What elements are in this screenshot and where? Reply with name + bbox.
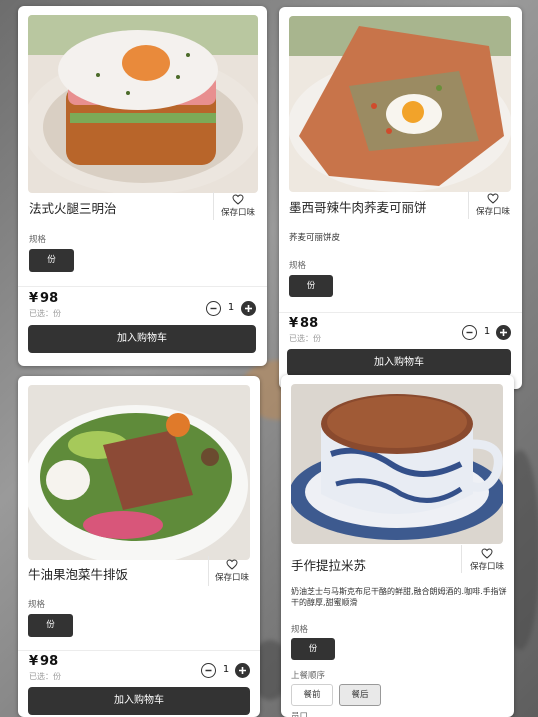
add-to-cart-button[interactable]: 加入购物车	[287, 349, 511, 376]
heart-icon	[487, 193, 499, 204]
quantity-value: 1	[222, 664, 230, 675]
product-photo-tiramisu	[291, 384, 503, 544]
save-flavor-label: 保存口味	[220, 208, 255, 218]
product-card-crepe: 墨西哥辣牛肉荞麦可丽饼 保存口味 荞麦可丽饼皮 规格 份 ¥88 已选：份 1 …	[279, 7, 522, 389]
increase-quantity-button[interactable]	[241, 301, 256, 316]
product-card-bowl: 牛油果泡菜牛排饭 保存口味 规格 份 ¥98 已选：份 1 加入购物车	[18, 376, 260, 717]
extra-option-label: 员口	[291, 712, 309, 717]
save-flavor-button[interactable]: 保存口味	[210, 559, 254, 583]
heart-icon	[226, 559, 238, 570]
serving-option-after[interactable]: 餐后	[339, 684, 381, 706]
save-flavor-label: 保存口味	[475, 207, 510, 217]
price: ¥98	[29, 291, 58, 306]
quantity-value: 1	[483, 326, 491, 337]
spec-option-button[interactable]: 份	[29, 249, 74, 272]
spec-option-button[interactable]: 份	[291, 638, 335, 660]
add-to-cart-button[interactable]: 加入购物车	[28, 325, 256, 353]
product-title: 墨西哥辣牛肉荞麦可丽饼	[289, 200, 427, 215]
currency-symbol: ¥	[29, 654, 39, 669]
save-flavor-button[interactable]: 保存口味	[465, 548, 509, 572]
divider	[18, 650, 260, 651]
quantity-value: 1	[227, 302, 235, 313]
save-flavor-label: 保存口味	[469, 562, 504, 572]
save-flavor-label: 保存口味	[214, 573, 249, 583]
product-card-croque: 法式火腿三明治 保存口味 规格 份 ¥98 已选：份 1 加入购物车	[18, 6, 267, 366]
price-value: 98	[40, 654, 59, 669]
plus-icon	[500, 329, 507, 336]
price-value: 98	[40, 291, 59, 306]
product-title: 法式火腿三明治	[29, 201, 117, 216]
chosen-summary: 已选：份	[29, 309, 61, 318]
product-description: 荞麦可丽饼皮	[289, 233, 341, 243]
spec-option-button[interactable]: 份	[28, 614, 73, 637]
heart-icon	[481, 548, 493, 559]
product-card-tiramisu: 手作提拉米苏 保存口味 奶油芝士与马斯克布尼干酪的鲜甜,融合朗姆酒的.咖啡.手指…	[281, 375, 514, 717]
save-flavor-button[interactable]: 保存口味	[471, 193, 515, 217]
product-photo-bowl	[28, 385, 250, 560]
decrease-quantity-button[interactable]	[201, 663, 216, 678]
spec-label: 规格	[291, 625, 309, 635]
product-title: 牛油果泡菜牛排饭	[28, 567, 129, 582]
add-to-cart-button[interactable]: 加入购物车	[28, 687, 250, 715]
minus-icon	[205, 669, 212, 672]
decrease-quantity-button[interactable]	[462, 325, 477, 340]
heart-icon	[232, 194, 244, 205]
currency-symbol: ¥	[289, 316, 299, 331]
currency-symbol: ¥	[29, 291, 39, 306]
price: ¥98	[29, 654, 58, 669]
increase-quantity-button[interactable]	[496, 325, 511, 340]
divider	[18, 286, 267, 287]
product-photo-crepe	[289, 16, 511, 192]
divider	[279, 312, 522, 313]
chosen-summary: 已选：份	[29, 672, 61, 681]
minus-icon	[210, 307, 217, 310]
decrease-quantity-button[interactable]	[206, 301, 221, 316]
plus-icon	[239, 667, 246, 674]
divider	[208, 556, 209, 586]
product-photo-croque	[28, 15, 258, 193]
spec-label: 规格	[28, 600, 46, 610]
divider	[461, 545, 462, 573]
serving-order-label: 上餐顺序	[291, 671, 326, 681]
save-flavor-button[interactable]: 保存口味	[216, 194, 260, 218]
increase-quantity-button[interactable]	[235, 663, 250, 678]
product-description: 奶油芝士与马斯克布尼干酪的鲜甜,融合朗姆酒的.咖啡.手指饼干的醇厚,甜蜜顺滑	[291, 587, 507, 607]
chosen-summary: 已选：份	[289, 334, 321, 343]
product-title: 手作提拉米苏	[291, 558, 367, 573]
divider	[213, 192, 214, 220]
serving-option-before[interactable]: 餐前	[291, 684, 333, 706]
spec-label: 规格	[289, 261, 307, 271]
price: ¥88	[289, 316, 318, 331]
divider	[468, 191, 469, 219]
minus-icon	[466, 331, 473, 334]
spec-label: 规格	[29, 235, 47, 245]
price-value: 88	[300, 316, 319, 331]
plus-icon	[245, 305, 252, 312]
spec-option-button[interactable]: 份	[289, 275, 333, 297]
